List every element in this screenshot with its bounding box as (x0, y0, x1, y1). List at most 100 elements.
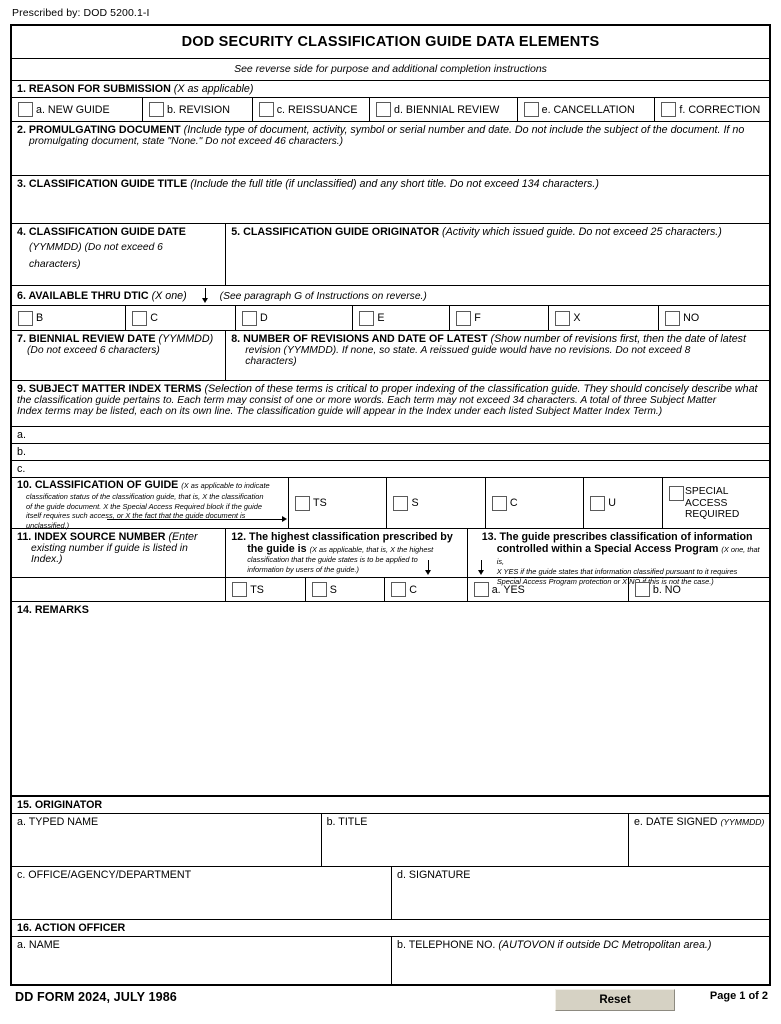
section-3-label: CLASSIFICATION GUIDE TITLE (28, 178, 191, 190)
reason-revision[interactable]: b. REVISION (143, 98, 253, 121)
classification-option-u[interactable]: U (584, 478, 663, 528)
section-8-label: NUMBER OF REVISIONS AND DATE OF LATEST (243, 333, 491, 345)
checkbox-class-ts[interactable] (295, 495, 311, 511)
dtic-option-d[interactable]: D (236, 306, 354, 330)
checkbox-correction[interactable] (661, 102, 677, 117)
originator-typed-name[interactable]: a. TYPED NAME (12, 814, 322, 866)
originator-date-signed[interactable]: e. DATE SIGNED (YYMMDD) (629, 814, 769, 866)
section-16-label: ACTION OFFICER (34, 922, 126, 934)
section-14-remarks[interactable]: 14. REMARKS (12, 602, 769, 797)
index-term-row-a[interactable]: a. (12, 427, 769, 444)
section-13-hint-line2: X YES if the guide states that informati… (496, 567, 738, 576)
checkbox-class-special-access[interactable] (668, 486, 684, 501)
section-16-number: 16. (17, 922, 35, 934)
label-correction: f. CORRECTION (679, 103, 761, 116)
reason-biennial-review[interactable]: d. BIENNIAL REVIEW (370, 98, 518, 121)
section-11-12-13-header-row: 11. INDEX SOURCE NUMBER (Enter existing … (12, 529, 769, 586)
section-10-hint-line2: classification status of the classificat… (26, 491, 264, 501)
classification-option-ts[interactable]: TS (289, 478, 388, 528)
highest-class-option-s[interactable]: S (306, 578, 386, 601)
form-identifier: DD FORM 2024, JULY 1986 (15, 990, 177, 1004)
checkbox-new-guide[interactable] (18, 102, 33, 117)
dtic-option-f[interactable]: F (450, 306, 550, 330)
originator-signature[interactable]: d. SIGNATURE (392, 867, 769, 919)
reason-correction[interactable]: f. CORRECTION (655, 98, 769, 121)
action-officer-name[interactable]: a. NAME (12, 937, 392, 984)
section-2-promulgating-document[interactable]: 2. PROMULGATING DOCUMENT (Include type o… (12, 122, 769, 176)
checkbox-dtic-d[interactable] (242, 310, 258, 326)
checkbox-highest-s[interactable] (311, 582, 327, 597)
originator-title[interactable]: b. TITLE (322, 814, 629, 866)
checkbox-highest-ts[interactable] (232, 582, 248, 597)
section-11-value-cell[interactable] (12, 578, 227, 601)
section-12-13-options-row: TS S C a. YES b. NO (12, 578, 769, 602)
checkbox-class-c[interactable] (491, 495, 507, 511)
action-officer-telephone[interactable]: b. TELEPHONE NO. (AUTOVON if outside DC … (392, 937, 769, 984)
section-8-hint-line1: (Show number of revisions first, then th… (490, 333, 746, 345)
checkbox-class-s[interactable] (393, 495, 409, 511)
dtic-option-e[interactable]: E (353, 306, 451, 330)
originator-date-signed-hint: (YYMMDD) (720, 817, 765, 827)
checkbox-revision[interactable] (148, 102, 164, 117)
section-4-hint-line1: (YYMMDD) (Do not exceed 6 (29, 242, 163, 253)
section-3-classification-guide-title[interactable]: 3. CLASSIFICATION GUIDE TITLE (Include t… (12, 176, 769, 224)
originator-office[interactable]: c. OFFICE/AGENCY/DEPARTMENT (12, 867, 392, 919)
reset-button[interactable]: Reset (555, 989, 675, 1011)
checkbox-dtic-x[interactable] (555, 310, 571, 326)
section-2-hint-line1: (Include type of document, activity, sym… (183, 124, 745, 136)
form-page: Prescribed by: DOD 5200.1-I DOD SECURITY… (0, 0, 781, 1024)
checkbox-reissuance[interactable] (258, 102, 274, 117)
dtic-option-x[interactable]: X (549, 306, 660, 330)
checkbox-sap-no[interactable] (634, 582, 650, 597)
section-6-header: 6. AVAILABLE THRU DTIC (X one) (See parag… (12, 286, 769, 306)
checkbox-dtic-c[interactable] (132, 310, 148, 326)
label-highest-c: C (409, 583, 417, 596)
reason-new-guide[interactable]: a. NEW GUIDE (12, 98, 143, 121)
index-term-row-b[interactable]: b. (12, 444, 769, 461)
checkbox-highest-c[interactable] (391, 582, 407, 597)
classification-option-c[interactable]: C (486, 478, 585, 528)
action-officer-telephone-hint: (AUTOVON if outside DC Metropolitan area… (498, 939, 712, 951)
classification-option-special-access[interactable]: SPECIAL ACCESS REQUIRED (663, 478, 769, 528)
checkbox-class-u[interactable] (590, 495, 606, 511)
section-1-label: REASON FOR SUBMISSION (28, 83, 174, 95)
reason-reissuance[interactable]: c. REISSUANCE (253, 98, 371, 121)
section-5-classification-guide-originator[interactable]: 5. CLASSIFICATION GUIDE ORIGINATOR (Acti… (226, 224, 769, 285)
action-officer-name-label: a. NAME (17, 939, 60, 951)
form-subtitle: See reverse side for purpose and additio… (12, 59, 769, 81)
sap-option-no[interactable]: b. NO (629, 578, 769, 601)
checkbox-dtic-e[interactable] (359, 310, 375, 326)
classification-option-s[interactable]: S (387, 478, 486, 528)
label-dtic-b: B (36, 312, 44, 324)
checkbox-biennial-review[interactable] (376, 102, 392, 117)
checkbox-dtic-f[interactable] (456, 310, 472, 326)
dtic-option-no[interactable]: NO (659, 306, 769, 330)
section-10-label: CLASSIFICATION OF GUIDE (34, 479, 182, 491)
highest-class-option-c[interactable]: C (385, 578, 468, 601)
index-term-row-c[interactable]: c. (12, 461, 769, 478)
arrow-right-icon-classification (107, 515, 287, 524)
label-dtic-c: C (150, 312, 159, 324)
label-dtic-d: D (260, 312, 268, 324)
label-class-c: C (509, 497, 518, 509)
section-9-hint-line1: (Selection of these terms is critical to… (204, 383, 758, 395)
dtic-option-c[interactable]: C (126, 306, 237, 330)
sap-option-yes[interactable]: a. YES (468, 578, 629, 601)
checkbox-sap-yes[interactable] (473, 582, 489, 597)
section-4-classification-guide-date[interactable]: 4. CLASSIFICATION GUIDE DATE (YYMMDD) (D… (12, 224, 227, 285)
reason-cancellation[interactable]: e. CANCELLATION (518, 98, 656, 121)
label-sap-yes: a. YES (491, 583, 525, 596)
label-sap-no: b. NO (652, 583, 681, 596)
section-7-biennial-review-date[interactable]: 7. BIENNIAL REVIEW DATE (YYMMDD) (Do not… (12, 331, 227, 380)
checkbox-dtic-no[interactable] (665, 310, 681, 326)
section-11-index-source-number[interactable]: 11. INDEX SOURCE NUMBER (Enter existing … (12, 529, 227, 577)
checkbox-cancellation[interactable] (523, 102, 539, 117)
label-special-access-line1: SPECIAL ACCESS (684, 486, 729, 509)
highest-class-option-ts[interactable]: TS (226, 578, 306, 601)
dtic-option-b[interactable]: B (12, 306, 127, 330)
section-8-number-of-revisions[interactable]: 8. NUMBER OF REVISIONS AND DATE OF LATES… (226, 331, 769, 380)
section-4-hint-line2: characters) (29, 259, 81, 270)
checkbox-dtic-b[interactable] (18, 310, 33, 326)
section-4-5-row: 4. CLASSIFICATION GUIDE DATE (YYMMDD) (D… (12, 224, 769, 286)
label-dtic-x: X (573, 312, 581, 324)
